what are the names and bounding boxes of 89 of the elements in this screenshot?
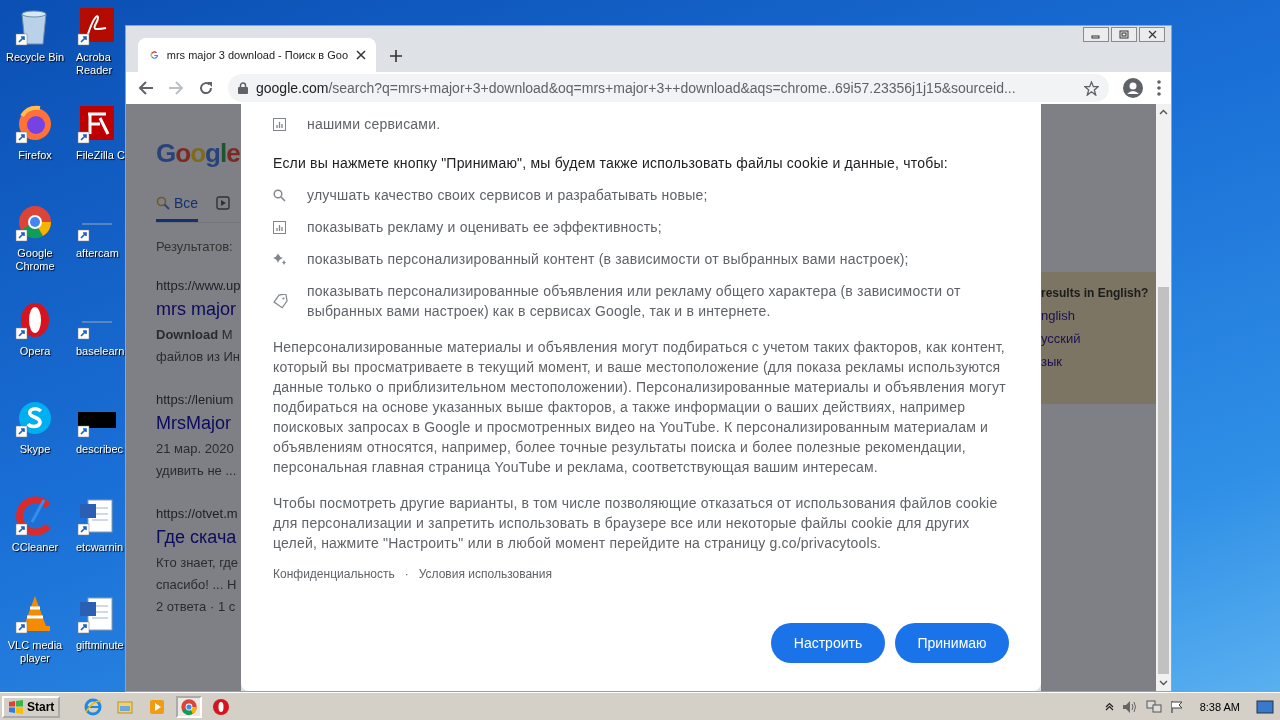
url-host: google.com [256, 80, 329, 96]
language-option[interactable]: усский [1041, 331, 1156, 346]
media-player-icon [148, 697, 167, 716]
search-icon [156, 196, 170, 210]
back-icon[interactable] [138, 80, 154, 96]
restore-icon [1119, 30, 1129, 39]
footer-link[interactable]: Условия использования [418, 567, 552, 581]
lock-icon [238, 82, 248, 94]
consent-heading: Если вы нажмете кнопку "Принимаю", мы будем также использовать файлы cookie и данные, чтобы: [273, 154, 949, 173]
consent-paragraph: Чтобы посмотреть другие варианты, в том числе позволяющие отказаться от использования файлов cookie для персонализации и запретить использовать в браузере все или некоторые файлы cookie для других целей, нажмите "Настроить" или в любой момент перейдите на страницу g.co/privacytools. [273, 494, 999, 553]
sparkle-icon [273, 252, 287, 266]
icon-label: giftminute [76, 639, 125, 652]
language-panel-title: results in English? [1041, 286, 1150, 300]
account-icon[interactable] [1123, 78, 1143, 98]
windows-logo [8, 699, 24, 714]
scroll-up-icon[interactable] [1159, 108, 1168, 117]
scrollbar[interactable] [1156, 104, 1171, 691]
result-title[interactable]: Где скача [156, 527, 241, 548]
result-snippet: файлов из Ин [156, 348, 241, 366]
language-option[interactable]: nglish [1041, 308, 1156, 323]
result-snippet: 21 мар. 2020 [156, 440, 235, 458]
result-snippet: Download M [156, 326, 234, 344]
menu-icon[interactable] [1157, 80, 1161, 96]
result-title[interactable]: MrsMajor [156, 413, 241, 434]
scroll-down-icon[interactable] [1159, 678, 1168, 687]
internet-explorer-icon [84, 697, 103, 716]
speaker-icon[interactable] [1121, 699, 1138, 714]
icon-label: VLC media player [6, 639, 64, 665]
result-snippet: Кто знает, где [156, 554, 240, 572]
icon-label: CCleaner [10, 541, 60, 554]
google-icon [150, 48, 159, 62]
chevron-up-icon[interactable] [1104, 702, 1114, 711]
icon-label: Acroba Reader [76, 51, 114, 77]
footer-link[interactable]: Конфиденциальность [273, 567, 395, 581]
browser-tab[interactable]: mrs major 3 download - Поиск в Goo [138, 38, 376, 72]
tab-title: mrs major 3 download - Поиск в Goo [166, 49, 348, 61]
consent-item-text: показывать персонализированные объявления или рекламу общего характера (в зависимости от выбранных вами настроек) как в сервисах Google, так и в интернете. [307, 282, 962, 321]
icon-label: Google Chrome [14, 247, 56, 273]
start-button[interactable]: Start [2, 695, 61, 718]
minimize-button[interactable] [1083, 27, 1109, 42]
icon-label: describec [76, 443, 125, 456]
consent-item-text: показывать персонализированный контент (в зависимости от выбранных вами настроек); [307, 250, 910, 269]
address-bar[interactable]: google.com/search?q=mrs+major+3+download&oq=mrs+major+3++download&aqs=chrome..69i57.23356j1j15&sourceid... [228, 74, 1109, 102]
result-url: https://otvet.m [156, 506, 239, 521]
icon-label: aftercam [76, 247, 120, 260]
language-option[interactable]: зык [1041, 354, 1156, 369]
url-path: /search?q=mrs+major+3+download&oq=mrs+major+3++download&aqs=chrome..69i57.23356j1j15&sourceid... [328, 80, 1017, 96]
scrollbar-thumb[interactable] [1158, 287, 1169, 674]
accept-button[interactable]: Принимаю [895, 623, 1009, 663]
bar-chart-icon [273, 117, 286, 131]
result-count: Результатов: [156, 239, 234, 254]
result-url: https://lenium [156, 392, 235, 407]
opera-icon [212, 697, 231, 716]
link-separator: · [404, 567, 409, 581]
close-button[interactable] [1139, 27, 1165, 42]
icon-label: Recycle Bin [4, 51, 66, 64]
clock[interactable]: 8:38 AM [1199, 700, 1240, 713]
consent-item-text: показывать рекламу и оценивать ее эффективность; [307, 218, 663, 237]
icon-label: Skype [18, 443, 52, 456]
flag-icon[interactable] [1169, 699, 1184, 714]
customize-button[interactable]: Настроить [771, 623, 885, 663]
tag-icon [273, 293, 288, 309]
video-icon [216, 196, 231, 210]
chrome-icon [180, 697, 199, 716]
result-snippet: 2 ответа · 1 с [156, 598, 237, 616]
star-icon[interactable] [1084, 80, 1099, 96]
consent-item-text: улучшать качество своих сервисов и разрабатывать новые; [307, 186, 709, 205]
consent-item-text: нашими сервисами. [307, 115, 442, 134]
result-snippet: спасибо! ... Н [156, 576, 238, 594]
icon-label: Opera [18, 345, 52, 358]
search-tab[interactable]: Все [156, 195, 199, 222]
new-tab-button[interactable] [390, 50, 402, 62]
result-url: https://www.up [156, 278, 241, 293]
icon-label: FileZilla C [76, 149, 126, 162]
result-title[interactable]: mrs major [156, 299, 241, 320]
google-logo: Google [156, 138, 241, 169]
result-snippet: удивить не ... [156, 462, 238, 480]
network-icon[interactable] [1145, 699, 1162, 714]
icon-label: baselearn [76, 345, 126, 358]
show-desktop-icon[interactable] [1256, 699, 1274, 714]
taskbar-button[interactable] [176, 695, 203, 718]
bar-chart-icon [273, 220, 286, 234]
icon-label: etcwarnin [76, 541, 125, 554]
consent-paragraph: Неперсонализированные материалы и объявления могут подбираться с учетом таких факторов, как контент, который вы просматриваете в текущий момент, и ваше местоположение (для показа рекламы используются данные только о приблизительном местоположении). Персонализированные материалы и объявления могут подбираться на основе указанных выше факторов, а также информации о ваших действиях, например поисковых запросах в Google и просмотренных видео на YouTube. К персонализированным материалам и объявлениям относятся, например, более точные результаты поиска и более полезные рекомендации, персональная главная страница YouTube и реклама, соответствующая вашим интересам. [273, 338, 1007, 477]
close-icon [1147, 30, 1157, 39]
icon-label: Firefox [17, 149, 53, 162]
close-icon[interactable] [356, 50, 366, 60]
search-icon [273, 188, 286, 202]
reload-icon[interactable] [198, 80, 214, 96]
